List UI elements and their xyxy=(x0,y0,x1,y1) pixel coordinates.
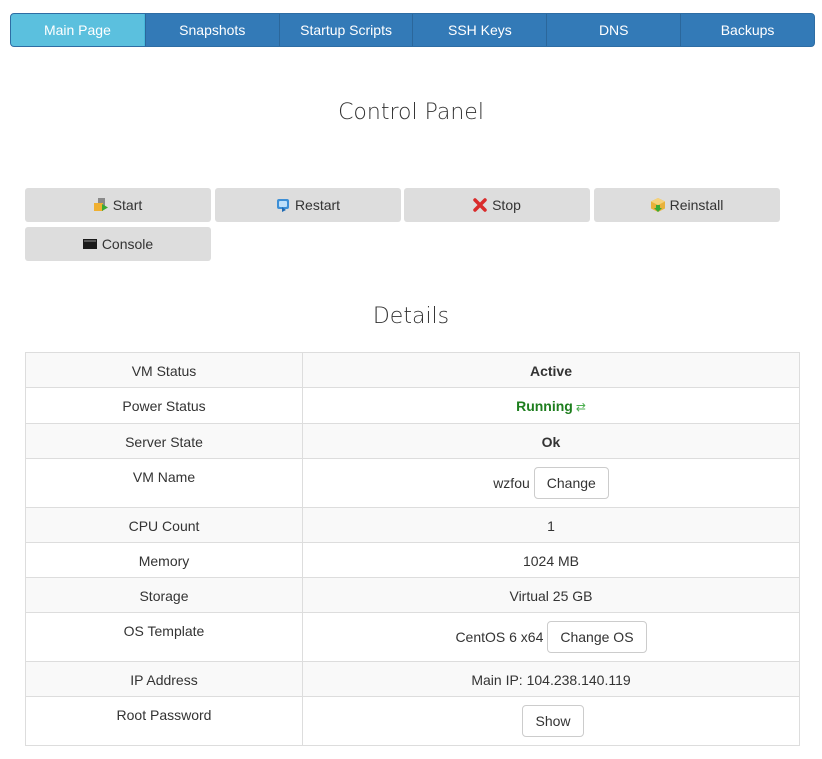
storage-value: Virtual 25 GB xyxy=(302,577,800,613)
server-state-value: Ok xyxy=(302,423,800,459)
vm-status-value: Active xyxy=(302,352,800,388)
row-label: VM Name xyxy=(25,458,303,508)
memory-value: 1024 MB xyxy=(302,542,800,578)
vm-name-cell: wzfou Change xyxy=(302,458,800,508)
table-row: CPU Count 1 xyxy=(25,507,800,543)
reinstall-button[interactable]: Reinstall xyxy=(594,188,780,222)
details-title: Details xyxy=(372,304,450,329)
row-label: Storage xyxy=(25,577,303,613)
stop-icon xyxy=(473,198,487,212)
console-icon xyxy=(82,237,97,251)
row-label: IP Address xyxy=(25,661,303,697)
tab-ssh-keys[interactable]: SSH Keys xyxy=(412,14,546,46)
stop-label: Stop xyxy=(492,197,521,213)
power-status-cell: Running ⇄ xyxy=(302,387,800,424)
details-table: VM Status Active Power Status Running ⇄ S… xyxy=(25,352,800,746)
restart-button[interactable]: Restart xyxy=(215,188,401,222)
table-row: Root Password Show xyxy=(25,696,800,746)
console-button[interactable]: Console xyxy=(25,227,211,261)
tab-startup-scripts[interactable]: Startup Scripts xyxy=(278,14,413,46)
table-row: Power Status Running ⇄ xyxy=(25,387,800,424)
tab-backups[interactable]: Backups xyxy=(680,14,814,46)
control-panel-title: Control Panel xyxy=(338,100,484,125)
row-label: OS Template xyxy=(25,612,303,662)
start-button[interactable]: Start xyxy=(25,188,211,222)
table-row: Memory 1024 MB xyxy=(25,542,800,578)
table-row: IP Address Main IP: 104.238.140.119 xyxy=(25,661,800,697)
row-label: Server State xyxy=(25,423,303,459)
os-template-value: CentOS 6 x64 xyxy=(455,629,544,645)
row-label: CPU Count xyxy=(25,507,303,543)
show-password-button[interactable]: Show xyxy=(522,705,584,737)
table-row: VM Status Active xyxy=(25,352,800,388)
restart-icon xyxy=(276,198,290,212)
reinstall-label: Reinstall xyxy=(669,197,724,213)
tab-dns[interactable]: DNS xyxy=(546,14,680,46)
table-row: Server State Ok xyxy=(25,423,800,459)
power-status-value: Running xyxy=(516,398,573,414)
restart-label: Restart xyxy=(294,197,341,213)
refresh-icon[interactable]: ⇄ xyxy=(576,400,586,414)
top-nav: Main Page Snapshots Startup Scripts SSH … xyxy=(10,13,815,47)
stop-button[interactable]: Stop xyxy=(404,188,590,222)
root-password-cell: Show xyxy=(302,696,800,746)
row-label: Power Status xyxy=(25,387,303,424)
tab-snapshots[interactable]: Snapshots xyxy=(144,14,279,46)
start-icon xyxy=(93,198,108,212)
tab-main-page[interactable]: Main Page xyxy=(11,14,145,46)
table-row: OS Template CentOS 6 x64 Change OS xyxy=(25,612,800,662)
start-label: Start xyxy=(112,197,143,213)
row-label: Root Password xyxy=(25,696,303,746)
change-os-button[interactable]: Change OS xyxy=(547,621,647,653)
console-label: Console xyxy=(101,236,154,252)
change-name-button[interactable]: Change xyxy=(533,467,609,499)
reinstall-icon xyxy=(650,198,665,212)
cpu-count-value: 1 xyxy=(302,507,800,543)
vm-name-value: wzfou xyxy=(493,475,530,491)
ip-address-value: Main IP: 104.238.140.119 xyxy=(302,661,800,697)
row-label: VM Status xyxy=(25,352,303,388)
row-label: Memory xyxy=(25,542,303,578)
os-template-cell: CentOS 6 x64 Change OS xyxy=(302,612,800,662)
table-row: VM Name wzfou Change xyxy=(25,458,800,508)
table-row: Storage Virtual 25 GB xyxy=(25,577,800,613)
